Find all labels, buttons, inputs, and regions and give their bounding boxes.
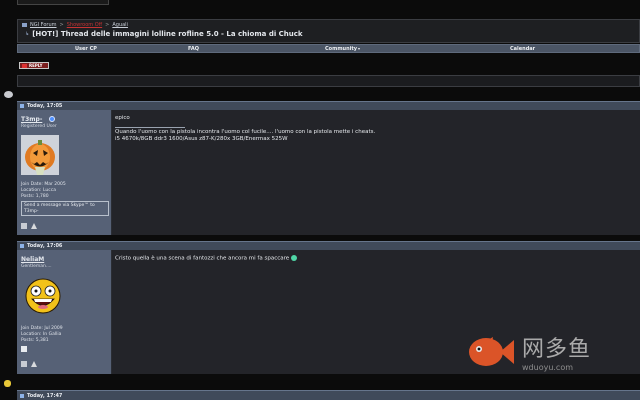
post-message: epico <box>115 115 130 121</box>
reply-label: REPLY <box>29 63 43 68</box>
warning-icon[interactable] <box>31 361 37 367</box>
signature-line: Quando l'uomo con la pistola incontra l'… <box>115 129 376 135</box>
menu-community[interactable]: Community▾ <box>325 46 360 52</box>
post-divider <box>17 374 640 390</box>
post-message-row: Cristo quella è una scena di fantozzi ch… <box>115 255 298 263</box>
scroll-bubble-icon[interactable] <box>4 91 13 98</box>
thread-arrow-icon: ↳ <box>25 31 30 37</box>
signature-line: i5 4670k/8GB ddr3 1600/Asus z87-K/280x 3… <box>115 136 288 142</box>
steam-icon[interactable] <box>21 346 27 352</box>
report-icon[interactable] <box>21 223 27 229</box>
user-info-pane: T3mp- Registered User Join Date: Mar 200… <box>17 110 112 235</box>
breadcrumb-separator: > <box>105 22 110 28</box>
post-count: Posts: 5,381 <box>21 338 49 343</box>
menu-bar: User CP FAQ Community▾ Calendar <box>17 44 640 53</box>
signature-divider <box>115 127 185 128</box>
reply-button[interactable]: REPLY <box>19 62 49 69</box>
watermark-text: 网多鱼 wduoyu.com <box>522 331 591 372</box>
menu-calendar[interactable]: Calendar <box>510 46 535 52</box>
post-date: Today, 17:47 <box>27 392 63 399</box>
post-header: Today, 17:06 <box>17 241 640 250</box>
user-info-pane: NeliaM Gentleman.... Join Date: Jul 2009… <box>17 250 112 374</box>
avatar[interactable] <box>21 135 59 175</box>
post-icons <box>21 223 37 229</box>
pacman-icon[interactable] <box>4 380 11 387</box>
post-header: Today, 17:05 <box>17 101 640 110</box>
fish-logo-icon <box>469 336 514 366</box>
breadcrumb-link-section[interactable]: Showroom Off <box>67 22 102 28</box>
breadcrumb-separator: > <box>59 22 64 28</box>
post-icons <box>21 361 37 367</box>
warning-icon[interactable] <box>31 223 37 229</box>
thread-title-row: ↳ [HOT!] Thread delle immagini lolline r… <box>25 30 303 38</box>
navbar: NGI Forum > Showroom Off > Aguali ↳ [HOT… <box>17 19 640 43</box>
breadcrumb-link-sub[interactable]: Aguali <box>112 22 128 28</box>
menu-community-label: Community <box>325 46 358 52</box>
watermark-brand: 网多鱼 <box>522 337 592 362</box>
chevron-down-icon: ▾ <box>358 46 361 51</box>
report-icon[interactable] <box>21 361 27 367</box>
reply-icon <box>22 63 27 68</box>
username-link[interactable]: T3mp- <box>21 116 42 123</box>
user-stats: Join Date: Jul 2009 Location: In Gallia … <box>21 326 63 344</box>
watermark: 网多鱼 wduoyu.com <box>462 331 591 372</box>
post-status-icon <box>20 244 24 248</box>
user-title: Registered User <box>21 124 57 129</box>
post-date: Today, 17:06 <box>27 243 63 249</box>
post-message: Cristo quella è una scena di fantozzi ch… <box>115 255 290 262</box>
breadcrumb: NGI Forum > Showroom Off > Aguali <box>22 22 128 28</box>
user-title: Gentleman.... <box>21 264 52 269</box>
top-bar <box>0 0 640 16</box>
post-count: Posts: 1,780 <box>21 194 49 199</box>
watermark-url: wduoyu.com <box>522 363 574 372</box>
username-link[interactable]: NeliaM <box>21 256 44 263</box>
avatar[interactable] <box>25 278 61 314</box>
post-status-icon <box>20 393 24 398</box>
user-stats: Join Date: Mar 2005 Location: Lucca Post… <box>21 182 66 200</box>
online-status-icon <box>49 116 55 122</box>
post-header: Today, 17:47 <box>17 390 640 400</box>
smiley-icon <box>291 255 298 261</box>
menu-faq[interactable]: FAQ <box>188 46 199 52</box>
breadcrumb-link-forum[interactable]: NGI Forum <box>30 22 57 28</box>
top-tab[interactable] <box>17 0 109 5</box>
steam-icons <box>21 346 27 352</box>
menu-user-cp[interactable]: User CP <box>75 46 97 52</box>
forum-home-icon[interactable] <box>22 23 27 27</box>
thread-title[interactable]: [HOT!] Thread delle immagini lolline rof… <box>32 30 302 38</box>
post-message-pane: epico Quando l'uomo con la pistola incon… <box>112 110 640 235</box>
post-date: Today, 17:05 <box>27 103 63 109</box>
thread-tools-bar <box>17 75 640 87</box>
skype-button[interactable]: Send a message via Skype™ to T3mp- <box>21 201 109 216</box>
post-status-icon <box>20 104 24 108</box>
